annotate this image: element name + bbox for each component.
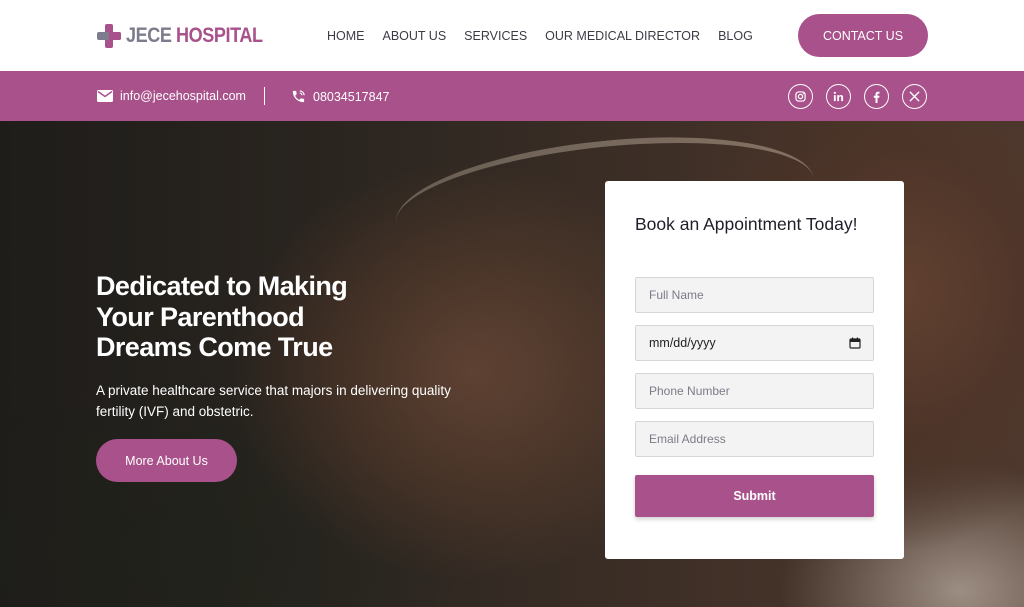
- contact-us-button[interactable]: CONTACT US: [798, 14, 928, 57]
- logo-text-part2: HOSPITAL: [176, 24, 263, 47]
- email-address-input[interactable]: Email Address: [635, 421, 874, 457]
- nav-about-us[interactable]: ABOUT US: [383, 29, 447, 43]
- facebook-icon[interactable]: [864, 84, 889, 109]
- contact-divider: [264, 87, 265, 105]
- phone-icon: [292, 90, 305, 103]
- full-name-input[interactable]: Full Name: [635, 277, 874, 313]
- hero-description: A private healthcare service that majors…: [96, 383, 451, 419]
- submit-button[interactable]: Submit: [635, 475, 874, 517]
- nav-services[interactable]: SERVICES: [464, 29, 527, 43]
- x-icon[interactable]: [902, 84, 927, 109]
- linkedin-icon[interactable]: [826, 84, 851, 109]
- main-nav: HOME ABOUT US SERVICES OUR MEDICAL DIREC…: [327, 29, 771, 43]
- appointment-title: Book an Appointment Today!: [635, 214, 858, 234]
- nav-blog[interactable]: BLOG: [718, 29, 753, 43]
- phone-text: 08034517847: [313, 89, 390, 104]
- hero-title: Dedicated to Making Your Parenthood Drea…: [96, 271, 348, 362]
- instagram-icon[interactable]: [788, 84, 813, 109]
- mail-icon: [97, 90, 113, 102]
- appointment-card: Book an Appointment Today! Full Name mm/…: [605, 181, 904, 559]
- more-about-us-button[interactable]: More About Us: [96, 439, 237, 482]
- social-links: [788, 84, 940, 109]
- nav-home[interactable]: HOME: [327, 29, 365, 43]
- logo[interactable]: JECE HOSPITAL: [97, 22, 285, 50]
- site-header: JECE HOSPITAL HOME ABOUT US SERVICES OUR…: [0, 0, 1024, 71]
- email-contact[interactable]: info@jecehospital.com: [97, 89, 246, 103]
- logo-text-part1: JECE: [126, 24, 172, 47]
- contact-bar: info@jecehospital.com 08034517847: [0, 71, 1024, 121]
- email-text: info@jecehospital.com: [120, 89, 246, 103]
- date-value: mm/dd/yyyy: [649, 336, 716, 350]
- logo-text: JECE HOSPITAL: [126, 22, 263, 50]
- nav-medical-director[interactable]: OUR MEDICAL DIRECTOR: [545, 29, 700, 43]
- date-input[interactable]: mm/dd/yyyy: [635, 325, 874, 361]
- phone-contact[interactable]: 08034517847: [291, 89, 389, 104]
- phone-number-input[interactable]: Phone Number: [635, 373, 874, 409]
- logo-cross-icon: [97, 24, 121, 48]
- calendar-icon[interactable]: [849, 337, 861, 349]
